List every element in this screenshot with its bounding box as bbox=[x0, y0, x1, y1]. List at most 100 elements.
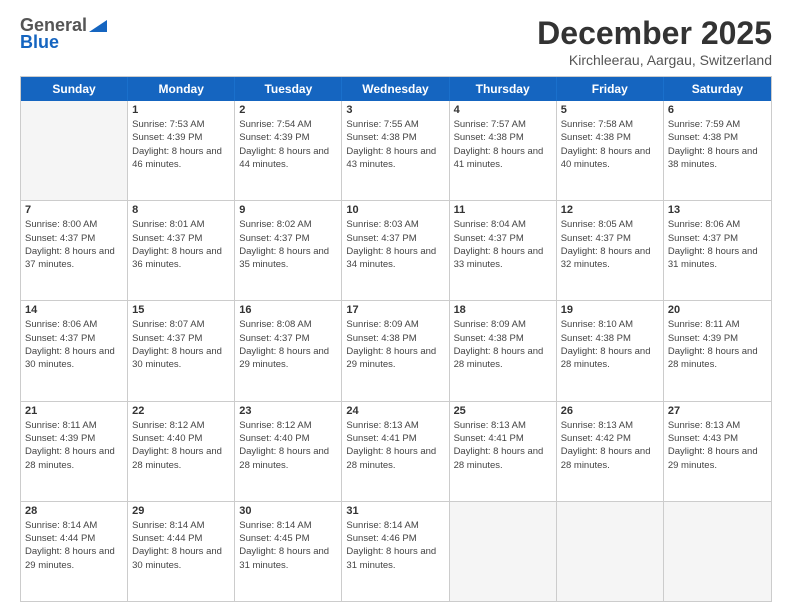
sunset-info: Sunset: 4:39 PM bbox=[25, 432, 123, 445]
sunset-info: Sunset: 4:37 PM bbox=[239, 332, 337, 345]
day-number: 28 bbox=[25, 505, 123, 517]
weekday-wednesday: Wednesday bbox=[342, 77, 449, 101]
calendar-cell-1-7: 6Sunrise: 7:59 AMSunset: 4:38 PMDaylight… bbox=[664, 101, 771, 200]
sunrise-info: Sunrise: 8:03 AM bbox=[346, 218, 444, 231]
sunrise-info: Sunrise: 8:01 AM bbox=[132, 218, 230, 231]
sunset-info: Sunset: 4:40 PM bbox=[132, 432, 230, 445]
calendar-cell-3-5: 18Sunrise: 8:09 AMSunset: 4:38 PMDayligh… bbox=[450, 301, 557, 400]
sunset-info: Sunset: 4:41 PM bbox=[346, 432, 444, 445]
daylight-info: Daylight: 8 hours and 28 minutes. bbox=[25, 445, 123, 472]
day-number: 10 bbox=[346, 204, 444, 216]
calendar-cell-5-7 bbox=[664, 502, 771, 601]
sunset-info: Sunset: 4:37 PM bbox=[346, 232, 444, 245]
header: General Blue December 2025 Kirchleerau, … bbox=[20, 15, 772, 68]
title-area: December 2025 Kirchleerau, Aargau, Switz… bbox=[537, 15, 772, 68]
day-number: 26 bbox=[561, 405, 659, 417]
calendar-cell-5-1: 28Sunrise: 8:14 AMSunset: 4:44 PMDayligh… bbox=[21, 502, 128, 601]
calendar-cell-1-6: 5Sunrise: 7:58 AMSunset: 4:38 PMDaylight… bbox=[557, 101, 664, 200]
sunset-info: Sunset: 4:45 PM bbox=[239, 532, 337, 545]
weekday-saturday: Saturday bbox=[664, 77, 771, 101]
day-number: 31 bbox=[346, 505, 444, 517]
calendar-cell-2-5: 11Sunrise: 8:04 AMSunset: 4:37 PMDayligh… bbox=[450, 201, 557, 300]
sunrise-info: Sunrise: 8:14 AM bbox=[25, 519, 123, 532]
calendar-cell-1-2: 1Sunrise: 7:53 AMSunset: 4:39 PMDaylight… bbox=[128, 101, 235, 200]
calendar-cell-5-5 bbox=[450, 502, 557, 601]
daylight-info: Daylight: 8 hours and 41 minutes. bbox=[454, 145, 552, 172]
daylight-info: Daylight: 8 hours and 31 minutes. bbox=[346, 545, 444, 572]
daylight-info: Daylight: 8 hours and 30 minutes. bbox=[132, 345, 230, 372]
daylight-info: Daylight: 8 hours and 28 minutes. bbox=[561, 445, 659, 472]
sunset-info: Sunset: 4:39 PM bbox=[239, 131, 337, 144]
daylight-info: Daylight: 8 hours and 28 minutes. bbox=[132, 445, 230, 472]
day-number: 24 bbox=[346, 405, 444, 417]
sunset-info: Sunset: 4:37 PM bbox=[132, 332, 230, 345]
sunset-info: Sunset: 4:37 PM bbox=[561, 232, 659, 245]
sunset-info: Sunset: 4:38 PM bbox=[454, 131, 552, 144]
calendar-cell-1-4: 3Sunrise: 7:55 AMSunset: 4:38 PMDaylight… bbox=[342, 101, 449, 200]
sunrise-info: Sunrise: 8:06 AM bbox=[668, 218, 767, 231]
sunset-info: Sunset: 4:38 PM bbox=[561, 131, 659, 144]
sunrise-info: Sunrise: 8:05 AM bbox=[561, 218, 659, 231]
sunrise-info: Sunrise: 8:09 AM bbox=[346, 318, 444, 331]
daylight-info: Daylight: 8 hours and 28 minutes. bbox=[454, 345, 552, 372]
sunrise-info: Sunrise: 8:12 AM bbox=[239, 419, 337, 432]
day-number: 13 bbox=[668, 204, 767, 216]
day-number: 18 bbox=[454, 304, 552, 316]
sunset-info: Sunset: 4:37 PM bbox=[239, 232, 337, 245]
daylight-info: Daylight: 8 hours and 29 minutes. bbox=[668, 445, 767, 472]
calendar-cell-3-7: 20Sunrise: 8:11 AMSunset: 4:39 PMDayligh… bbox=[664, 301, 771, 400]
day-number: 27 bbox=[668, 405, 767, 417]
day-number: 29 bbox=[132, 505, 230, 517]
sunrise-info: Sunrise: 7:54 AM bbox=[239, 118, 337, 131]
daylight-info: Daylight: 8 hours and 28 minutes. bbox=[561, 345, 659, 372]
calendar-cell-4-2: 22Sunrise: 8:12 AMSunset: 4:40 PMDayligh… bbox=[128, 402, 235, 501]
calendar-cell-3-2: 15Sunrise: 8:07 AMSunset: 4:37 PMDayligh… bbox=[128, 301, 235, 400]
daylight-info: Daylight: 8 hours and 29 minutes. bbox=[346, 345, 444, 372]
sunset-info: Sunset: 4:40 PM bbox=[239, 432, 337, 445]
day-number: 30 bbox=[239, 505, 337, 517]
day-number: 16 bbox=[239, 304, 337, 316]
day-number: 7 bbox=[25, 204, 123, 216]
day-number: 15 bbox=[132, 304, 230, 316]
calendar-cell-4-4: 24 Sunrise: 8:13 AMSunset: 4:41 PMDayligh… bbox=[342, 402, 449, 501]
calendar-cell-2-3: 9Sunrise: 8:02 AMSunset: 4:37 PMDaylight… bbox=[235, 201, 342, 300]
sunset-info: Sunset: 4:39 PM bbox=[132, 131, 230, 144]
sunrise-info: Sunrise: 8:14 AM bbox=[239, 519, 337, 532]
sunrise-info: Sunrise: 8:14 AM bbox=[346, 519, 444, 532]
day-number: 5 bbox=[561, 104, 659, 116]
sunrise-info: Sunrise: 8:11 AM bbox=[25, 419, 123, 432]
day-number: 25 bbox=[454, 405, 552, 417]
sunset-info: Sunset: 4:44 PM bbox=[25, 532, 123, 545]
calendar-cell-3-4: 17Sunrise: 8:09 AMSunset: 4:38 PMDayligh… bbox=[342, 301, 449, 400]
day-number: 14 bbox=[25, 304, 123, 316]
daylight-info: Daylight: 8 hours and 37 minutes. bbox=[25, 245, 123, 272]
page-subtitle: Kirchleerau, Aargau, Switzerland bbox=[537, 52, 772, 68]
day-number: 8 bbox=[132, 204, 230, 216]
logo: General Blue bbox=[20, 15, 109, 53]
daylight-info: Daylight: 8 hours and 38 minutes. bbox=[668, 145, 767, 172]
daylight-info: Daylight: 8 hours and 28 minutes. bbox=[454, 445, 552, 472]
calendar-cell-4-1: 21Sunrise: 8:11 AMSunset: 4:39 PMDayligh… bbox=[21, 402, 128, 501]
sunrise-info: Sunrise: 8:13 AM bbox=[346, 419, 444, 432]
calendar-cell-2-4: 10Sunrise: 8:03 AMSunset: 4:37 PMDayligh… bbox=[342, 201, 449, 300]
weekday-friday: Friday bbox=[557, 77, 664, 101]
daylight-info: Daylight: 8 hours and 31 minutes. bbox=[668, 245, 767, 272]
sunset-info: Sunset: 4:37 PM bbox=[132, 232, 230, 245]
calendar-row-3: 14Sunrise: 8:06 AMSunset: 4:37 PMDayligh… bbox=[21, 301, 771, 401]
daylight-info: Daylight: 8 hours and 31 minutes. bbox=[239, 545, 337, 572]
sunrise-info: Sunrise: 8:13 AM bbox=[454, 419, 552, 432]
sunrise-info: Sunrise: 7:57 AM bbox=[454, 118, 552, 131]
page: General Blue December 2025 Kirchleerau, … bbox=[0, 0, 792, 612]
calendar-cell-4-7: 27Sunrise: 8:13 AMSunset: 4:43 PMDayligh… bbox=[664, 402, 771, 501]
daylight-info: Daylight: 8 hours and 43 minutes. bbox=[346, 145, 444, 172]
day-number: 4 bbox=[454, 104, 552, 116]
day-number: 20 bbox=[668, 304, 767, 316]
day-number: 6 bbox=[668, 104, 767, 116]
calendar-row-1: 1Sunrise: 7:53 AMSunset: 4:39 PMDaylight… bbox=[21, 101, 771, 201]
daylight-info: Daylight: 8 hours and 46 minutes. bbox=[132, 145, 230, 172]
daylight-info: Daylight: 8 hours and 28 minutes. bbox=[346, 445, 444, 472]
calendar-cell-4-5: 25Sunrise: 8:13 AMSunset: 4:41 PMDayligh… bbox=[450, 402, 557, 501]
calendar-row-4: 21Sunrise: 8:11 AMSunset: 4:39 PMDayligh… bbox=[21, 402, 771, 502]
day-number: 9 bbox=[239, 204, 337, 216]
calendar-cell-5-2: 29Sunrise: 8:14 AMSunset: 4:44 PMDayligh… bbox=[128, 502, 235, 601]
